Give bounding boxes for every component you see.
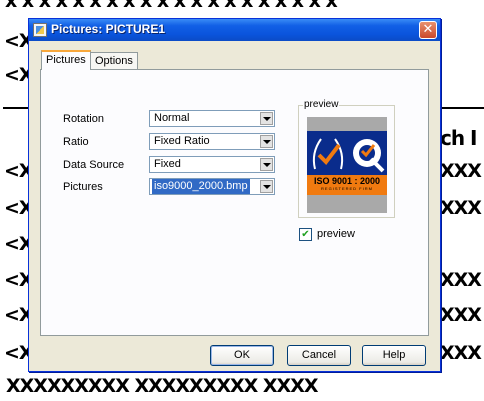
preview-checkbox-label[interactable]: preview — [317, 228, 355, 240]
close-icon: ✕ — [422, 22, 434, 37]
rotation-value: Normal — [154, 112, 190, 124]
logo-laurel-check-icon — [312, 138, 385, 173]
ratio-label: Ratio — [63, 136, 89, 148]
dialog-title: Pictures: PICTURE1 — [51, 22, 166, 36]
document-text-right-5: XXX — [440, 342, 482, 364]
document-rule-right — [440, 107, 484, 109]
document-text-right-3: XXX — [440, 269, 482, 291]
iso-logo-image: ISO 9001 : 2000 REGISTERED FIRM — [307, 117, 387, 213]
rotation-select[interactable]: Normal — [149, 110, 275, 127]
pictures-label: Pictures — [63, 181, 103, 193]
preview-checkbox[interactable]: ✔ — [299, 228, 312, 241]
chevron-down-icon[interactable] — [260, 112, 273, 125]
logo-top-band — [307, 117, 387, 131]
help-button[interactable]: Help — [362, 345, 426, 366]
data-source-value: Fixed — [154, 158, 181, 170]
rotation-label: Rotation — [63, 113, 104, 125]
ok-button[interactable]: OK — [210, 345, 274, 366]
ratio-select[interactable]: Fixed Ratio — [149, 133, 275, 150]
tab-options-label: Options — [95, 55, 133, 67]
chevron-down-icon[interactable] — [260, 180, 273, 193]
data-source-label: Data Source — [63, 159, 125, 171]
tab-options[interactable]: Options — [90, 52, 138, 69]
logo-bottom-band — [307, 195, 387, 213]
data-source-select[interactable]: Fixed — [149, 156, 275, 173]
document-text-bottom: XXXXXXXXX XXXXXXXXX XXXX — [6, 375, 319, 397]
logo-registered-text: REGISTERED FIRM — [321, 186, 373, 191]
pictures-dialog: Pictures: PICTURE1 ✕ Pictures Options Ro… — [28, 18, 441, 372]
tab-pictures-label: Pictures — [46, 54, 86, 66]
document-text-right-4: XXX — [440, 304, 482, 326]
close-button[interactable]: ✕ — [419, 21, 437, 39]
document-text-right-2: XXX — [440, 197, 482, 219]
dialog-titlebar[interactable]: Pictures: PICTURE1 ✕ — [29, 19, 440, 41]
document-text-right-1: XXX — [440, 160, 482, 182]
pictures-value: iso9000_2000.bmp — [152, 179, 250, 194]
check-icon: ✔ — [301, 229, 310, 240]
tab-pictures[interactable]: Pictures — [41, 50, 91, 70]
app-icon — [33, 23, 47, 37]
chevron-down-icon[interactable] — [260, 135, 273, 148]
cancel-button[interactable]: Cancel — [287, 345, 351, 366]
document-rule — [3, 107, 28, 109]
chevron-down-icon[interactable] — [260, 158, 273, 171]
ratio-value: Fixed Ratio — [154, 135, 210, 147]
pictures-select[interactable]: iso9000_2000.bmp — [149, 178, 275, 195]
preview-group-label: preview — [303, 99, 340, 110]
preview-group: preview ISO 9001 : 2000 REGISTERED FIRM — [298, 99, 395, 218]
document-text-row-top: x x x x x x x x x x x x x x x x x x x x — [5, 0, 338, 12]
document-heading-fragment: ch I — [440, 126, 477, 150]
